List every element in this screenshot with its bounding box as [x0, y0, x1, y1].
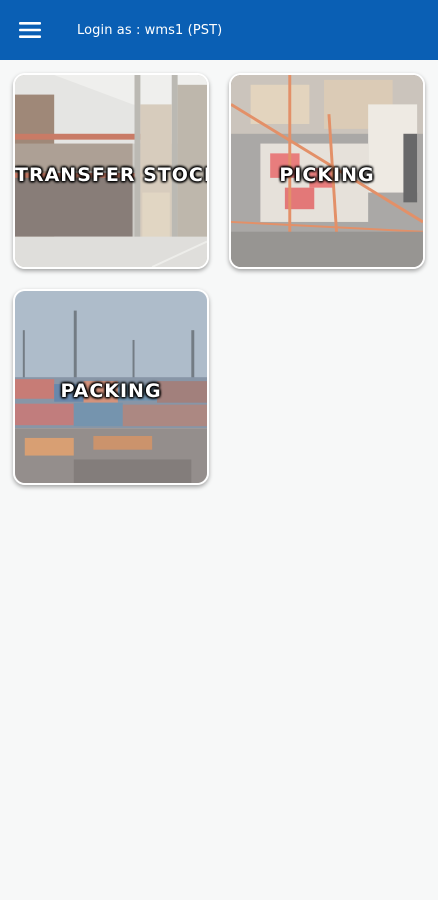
hamburger-menu-icon — [19, 22, 41, 38]
picking-label: PICKING — [279, 164, 375, 186]
transfer-stock-label: TRANSFER STOCK — [15, 164, 209, 186]
packing-tile[interactable]: PACKING — [13, 289, 209, 485]
picking-tile[interactable]: PICKING — [229, 73, 425, 269]
transfer-stock-tile[interactable]: TRANSFER STOCK — [13, 73, 209, 269]
app-bar: Login as : wms1 (PST) — [0, 0, 438, 60]
login-status-text: Login as : wms1 (PST) — [77, 22, 223, 38]
packing-label: PACKING — [60, 380, 162, 402]
menu-button[interactable] — [0, 0, 60, 60]
